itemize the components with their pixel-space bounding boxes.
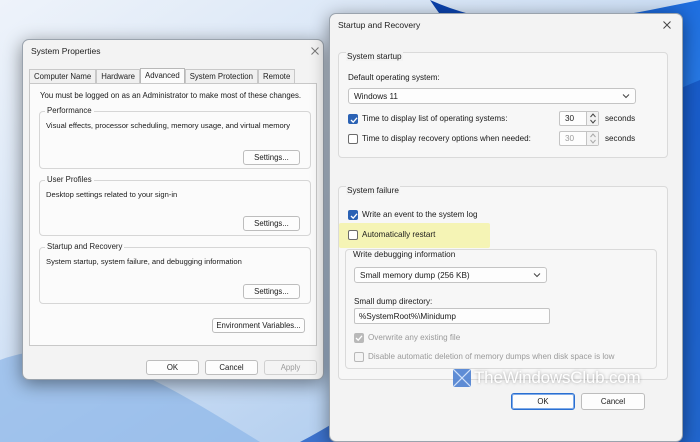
checkmark-icon: [350, 213, 358, 220]
chevron-up-icon: [590, 133, 596, 138]
spinner-arrows[interactable]: [586, 112, 598, 125]
write-event-row: Write an event to the system log: [348, 208, 548, 222]
time-recovery-value: 30: [565, 134, 575, 143]
time-recovery-row: Time to display recovery options when ne…: [348, 132, 568, 146]
write-event-checkbox[interactable]: [348, 210, 358, 220]
cancel-button[interactable]: Cancel: [581, 393, 645, 410]
dump-dir-label: Small dump directory:: [354, 297, 433, 306]
overwrite-row: Overwrite any existing file: [354, 331, 514, 345]
chevron-down-icon: [622, 94, 630, 99]
window-title: Startup and Recovery: [338, 20, 421, 30]
overwrite-checkbox[interactable]: [354, 333, 364, 343]
dump-dir-value: %SystemRoot%\Minidump: [359, 312, 456, 321]
apply-button[interactable]: Apply: [264, 360, 317, 375]
user-profiles-settings-button[interactable]: Settings...: [243, 216, 300, 231]
system-startup-section: System startup Default operating system:…: [338, 52, 668, 158]
close-icon[interactable]: [307, 43, 323, 59]
overwrite-label: Overwrite any existing file: [368, 333, 461, 342]
debug-info-section: Write debugging information Small memory…: [345, 249, 657, 369]
auto-restart-row: Automatically restart: [348, 228, 488, 242]
time-recovery-unit: seconds: [605, 134, 636, 143]
default-os-value: Windows 11: [354, 92, 398, 101]
performance-description: Visual effects, processor scheduling, me…: [46, 121, 291, 130]
tab-computer-name[interactable]: Computer Name: [29, 69, 97, 83]
auto-restart-checkbox[interactable]: [348, 230, 358, 240]
dump-type-value: Small memory dump (256 KB): [360, 271, 470, 280]
chevron-down-icon: [590, 139, 596, 144]
time-recovery-checkbox[interactable]: [348, 134, 358, 144]
time-recovery-label: Time to display recovery options when ne…: [362, 134, 531, 143]
ok-button[interactable]: OK: [511, 393, 575, 410]
user-profiles-group: User Profiles Desktop settings related t…: [39, 175, 311, 236]
watermark-text: TheWindowsClub.com: [474, 368, 641, 387]
performance-settings-button[interactable]: Settings...: [243, 150, 300, 165]
environment-variables-button[interactable]: Environment Variables...: [212, 318, 305, 333]
performance-title: Performance: [45, 106, 94, 115]
time-list-row: Time to display list of operating system…: [348, 112, 568, 126]
time-list-unit: seconds: [605, 114, 636, 123]
time-list-checkbox[interactable]: [348, 114, 358, 124]
startup-recovery-settings-button[interactable]: Settings...: [243, 284, 300, 299]
auto-restart-label: Automatically restart: [362, 230, 436, 239]
windows-club-logo-icon: [453, 369, 471, 387]
startup-recovery-group: Startup and Recovery System startup, sys…: [39, 242, 311, 304]
spinner-arrows[interactable]: [586, 132, 598, 145]
default-os-dropdown[interactable]: Windows 11: [348, 88, 636, 104]
default-os-label: Default operating system:: [348, 73, 440, 82]
disable-auto-delete-checkbox[interactable]: [354, 352, 364, 362]
cancel-button[interactable]: Cancel: [205, 360, 258, 375]
write-event-label: Write an event to the system log: [362, 210, 478, 219]
admin-notice: You must be logged on as an Administrato…: [40, 91, 302, 100]
system-failure-heading: System failure: [346, 186, 400, 195]
tab-strip: Computer Name Hardware Advanced System P…: [29, 68, 296, 83]
disable-auto-delete-row: Disable automatic deletion of memory dum…: [354, 350, 644, 364]
time-list-label: Time to display list of operating system…: [362, 114, 508, 123]
close-icon[interactable]: [659, 17, 675, 33]
time-recovery-spinner[interactable]: 30: [559, 131, 599, 146]
advanced-tab-panel: You must be logged on as an Administrato…: [29, 83, 317, 346]
window-title: System Properties: [31, 46, 101, 56]
user-profiles-description: Desktop settings related to your sign-in: [46, 190, 178, 199]
chevron-down-icon: [533, 273, 541, 278]
debug-info-heading: Write debugging information: [352, 250, 457, 259]
chevron-down-icon: [590, 119, 596, 124]
disable-auto-delete-label: Disable automatic deletion of memory dum…: [368, 352, 615, 361]
ok-button[interactable]: OK: [146, 360, 199, 375]
system-properties-window: System Properties Computer Name Hardware…: [22, 39, 324, 380]
time-list-value: 30: [565, 114, 575, 123]
checkmark-icon: [350, 117, 358, 124]
system-failure-section: System failure Write an event to the sys…: [338, 186, 668, 380]
dump-type-dropdown[interactable]: Small memory dump (256 KB): [354, 267, 547, 283]
tab-remote[interactable]: Remote: [257, 69, 296, 83]
user-profiles-title: User Profiles: [45, 175, 94, 184]
checkmark-icon: [355, 335, 363, 342]
chevron-up-icon: [590, 113, 596, 118]
dump-dir-input[interactable]: %SystemRoot%\Minidump: [354, 308, 550, 324]
startup-recovery-description: System startup, system failure, and debu…: [46, 257, 242, 266]
performance-group: Performance Visual effects, processor sc…: [39, 106, 311, 169]
tab-system-protection[interactable]: System Protection: [184, 69, 258, 83]
system-startup-heading: System startup: [346, 52, 403, 61]
watermark: TheWindowsClub.com: [453, 367, 641, 389]
startup-recovery-title: Startup and Recovery: [45, 242, 125, 251]
tab-advanced[interactable]: Advanced: [140, 68, 185, 83]
time-list-spinner[interactable]: 30: [559, 111, 599, 126]
tab-hardware[interactable]: Hardware: [96, 69, 141, 83]
